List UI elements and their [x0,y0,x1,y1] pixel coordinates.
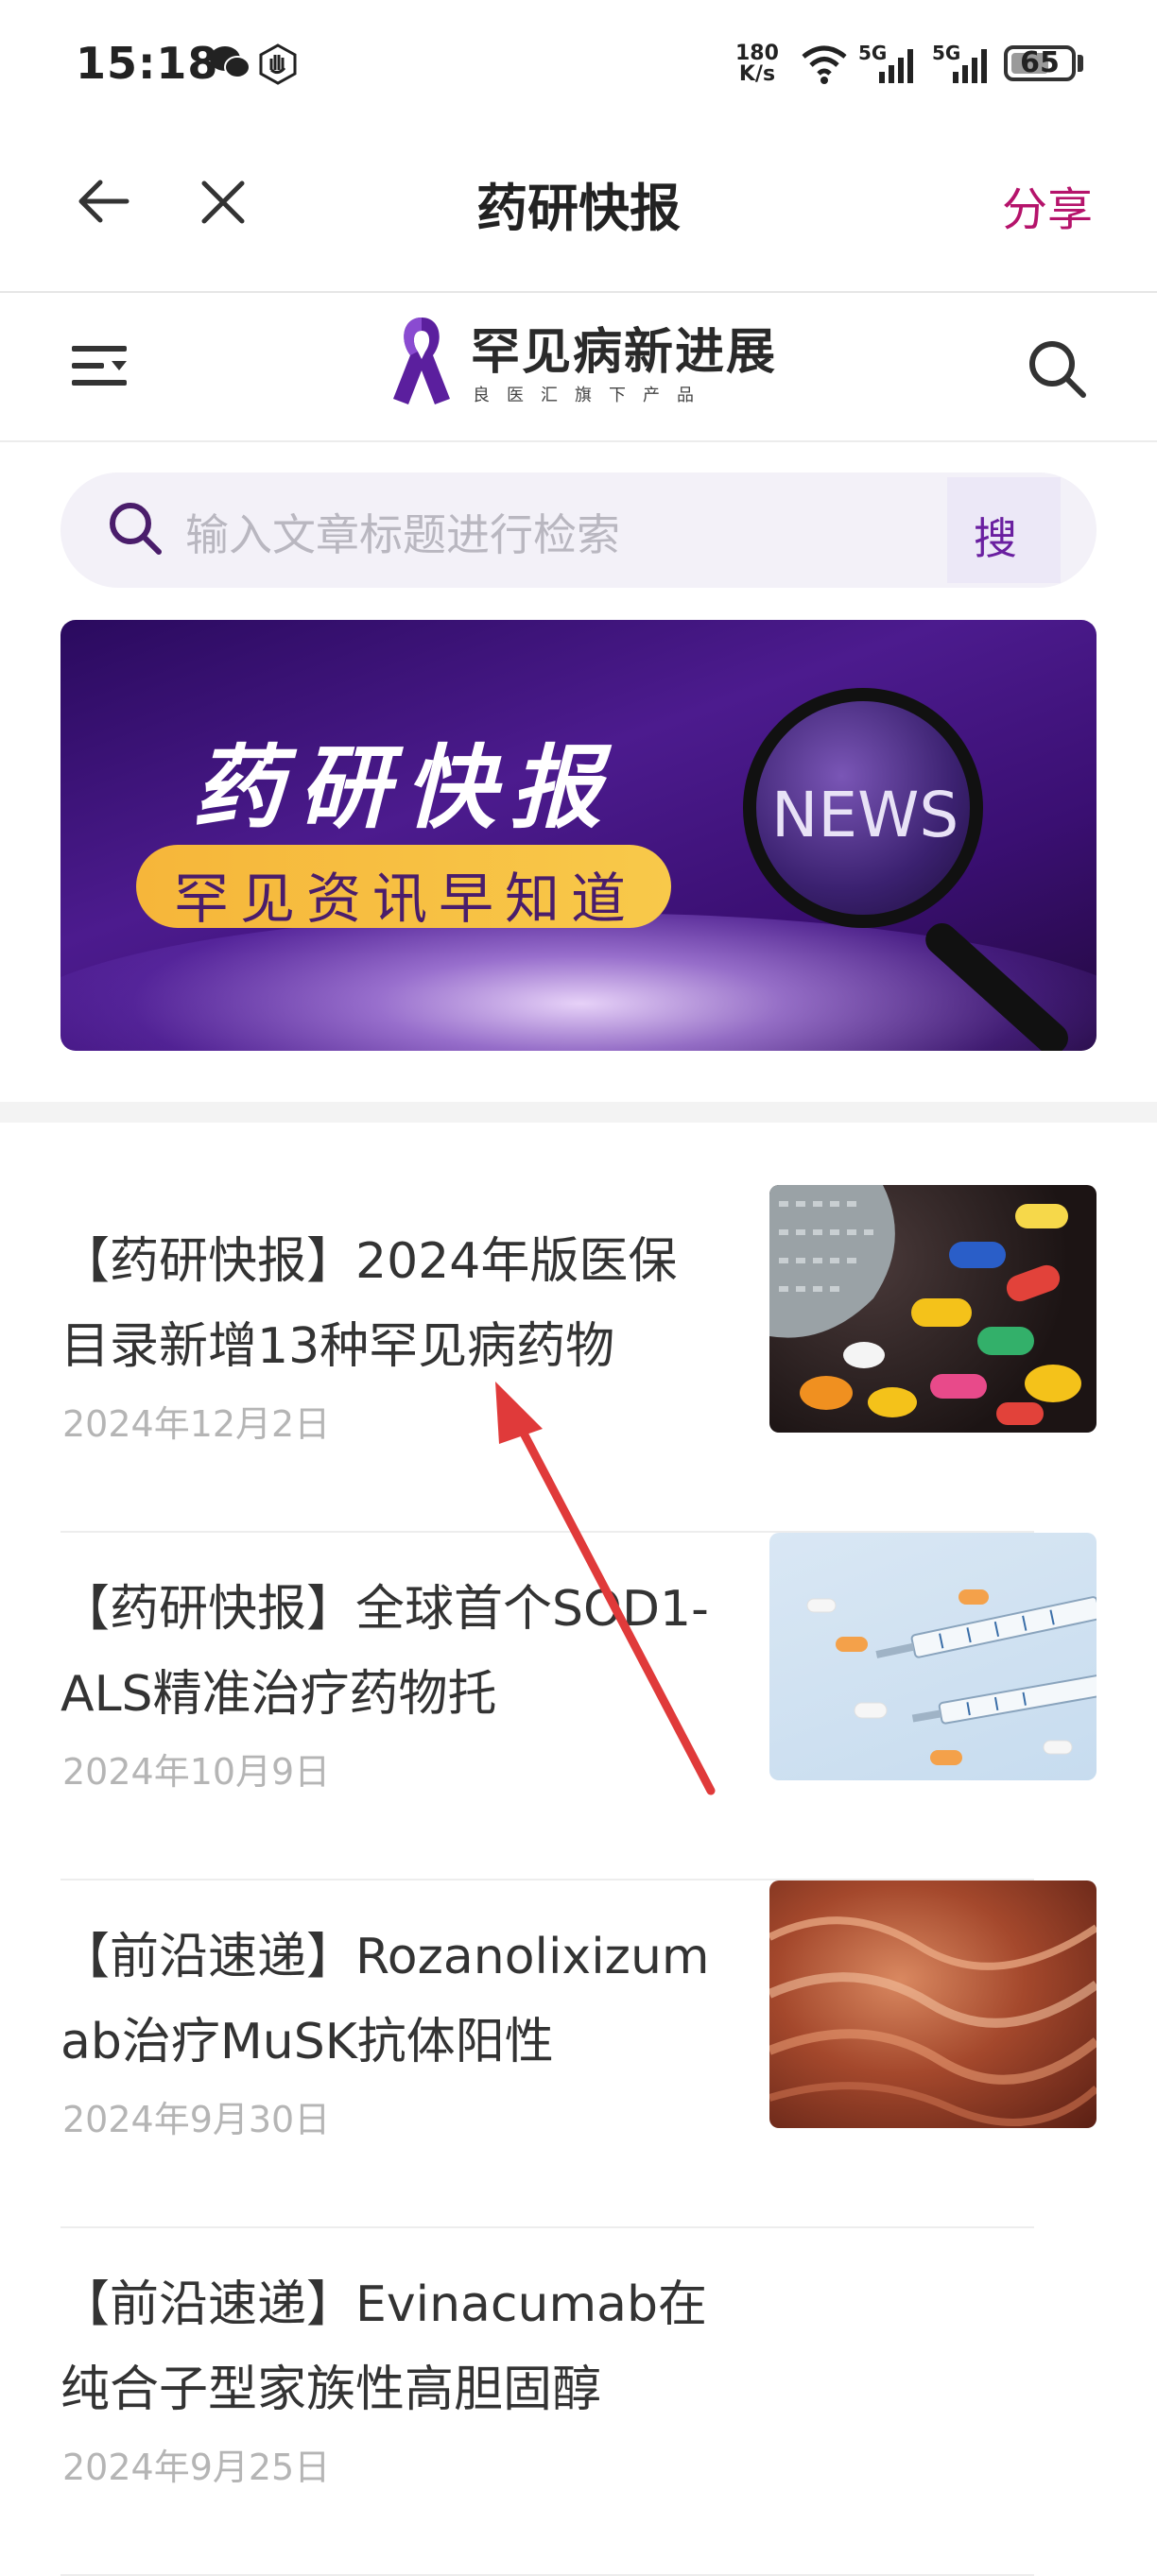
network-speed-unit: K/s [738,62,776,86]
section-divider [0,1102,1157,1123]
brand-name: 罕见病新进展 [471,324,778,381]
tissue-image [769,1916,1097,2126]
pills-image [769,1185,1081,1425]
search-input[interactable]: 输入文章标题进行检索 [185,501,620,563]
battery-level: 65 [1020,46,1060,79]
article-item[interactable]: 【前沿速递】Rozanolixizumab治疗MuSK抗体阳性 2024年9月3… [0,1880,1157,2228]
annotation-arrow-icon [495,1382,716,1795]
battery-tip [1078,55,1083,72]
network-speed: 180 K/s [735,43,779,85]
article-title: 【前沿速递】Evinacumab在纯合子型家族性高胆固醇 [60,2276,707,2418]
wechat-icon [210,46,250,78]
hand-shield-icon [259,43,297,85]
network-speed-value: 180 [735,42,779,65]
article-date: 2024年12月2日 [62,1403,331,1445]
article-thumbnail [769,1533,1097,1780]
article-date: 2024年10月9日 [62,1751,331,1793]
article-thumbnail [769,1880,1097,2128]
article-date: 2024年9月30日 [62,2099,331,2140]
page-title: 药研快报 [476,179,681,238]
wifi-icon [802,45,847,84]
battery-icon: 65 [1004,45,1076,81]
article-thumbnail [769,1185,1097,1433]
banner-news-text: NEWS [771,779,959,851]
article-date: 2024年9月25日 [62,2447,331,2488]
awareness-ribbon-logo [393,318,450,404]
share-button[interactable]: 分享 [1002,172,1093,238]
banner-slogan: 罕见资讯早知道 [174,867,638,931]
banner-title: 药研快报 [193,735,616,841]
search-field-icon [110,503,162,555]
signal-icon-2 [953,49,987,83]
menu-icon[interactable] [70,340,130,395]
article-title: 【药研快报】2024年版医保目录新增13种罕见病药物 [60,1233,678,1375]
signal-icon-1 [879,49,913,83]
syringe-image [806,1589,1097,1765]
search-button-label: 搜 [974,513,1017,564]
article-item[interactable]: 【前沿速递】Evinacumab在纯合子型家族性高胆固醇 2024年9月25日 [0,2228,1157,2576]
search-icon[interactable] [1027,338,1087,399]
banner-image[interactable]: 药研快报 罕见资讯早知道 NEWS [60,620,1097,1051]
brand-subtitle: 良医汇旗下产品 [473,386,711,405]
article-title: 【前沿速递】Rozanolixizumab治疗MuSK抗体阳性 [60,1929,710,2070]
status-bar: 15:18 180 K/s 5G 5G 65 [0,0,1157,132]
status-time: 15:18 [76,38,219,89]
